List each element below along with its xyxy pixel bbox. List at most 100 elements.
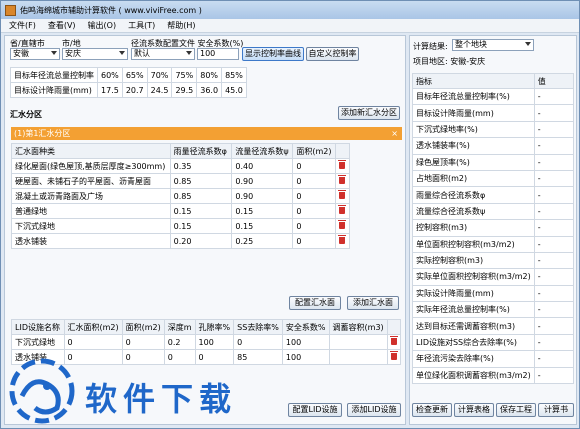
trash-icon[interactable] [389,335,398,345]
rate-cell[interactable]: 65% [121,67,148,83]
rate-cell[interactable]: 70% [146,67,173,83]
save-project-button[interactable]: 保存工程 [496,403,536,417]
area-cell[interactable]: 0 [292,203,336,219]
rate-cell[interactable]: 75% [171,67,198,83]
rainfall-cell[interactable]: 17.5 [97,82,123,98]
delete-cell[interactable] [334,218,351,234]
show-curve-button[interactable]: 显示控制率曲线 [242,47,304,61]
menu-file[interactable]: 文件(F) [3,20,42,31]
menu-tools[interactable]: 工具(T) [122,20,161,31]
flow-coef[interactable]: 0.25 [231,233,294,249]
delete-cell[interactable] [334,188,351,204]
column-header: 调蓄容积(m3) [328,319,388,335]
lid-catchment-area[interactable]: 0 [63,349,123,365]
table-row[interactable]: 透水铺装 0 0 0 0 85 100 [11,349,402,365]
flow-coef[interactable]: 0.90 [231,188,294,204]
rainfall-cell[interactable]: 20.7 [121,82,148,98]
config-select[interactable]: 默认 [131,48,195,60]
trash-icon[interactable] [337,174,346,184]
add-zone-button[interactable]: 添加新汇水分区 [338,106,400,120]
province-select[interactable]: 安徽 [10,48,60,60]
rain-coef[interactable]: 0.85 [169,173,233,189]
flow-coef[interactable]: 0.90 [231,173,294,189]
config-lid-button[interactable]: 配置LID设施 [288,403,342,417]
delete-cell[interactable] [386,334,402,350]
menu-view[interactable]: 查看(V) [42,20,82,31]
rain-coef[interactable]: 0.15 [169,218,233,234]
trash-icon[interactable] [337,204,346,214]
flow-coef[interactable]: 0.15 [231,203,294,219]
table-row[interactable]: 硬屋面、未铺石子的平屋面、沥青屋面 0.85 0.90 0 [11,173,351,189]
delete-cell[interactable] [386,349,402,365]
table-row: 绿色屋顶率(%) - [412,153,575,171]
rate-cell[interactable]: 60% [97,67,123,83]
column-header: 值 [533,73,575,89]
table-header-row: 指标 值 [412,73,575,89]
rainfall-cell[interactable]: 45.0 [221,82,247,98]
area-cell[interactable]: 0 [292,173,336,189]
delete-cell[interactable] [334,233,351,249]
flow-coef[interactable]: 0.15 [231,218,294,234]
lid-safety[interactable]: 100 [281,349,330,365]
rainfall-cell[interactable]: 24.5 [146,82,173,98]
lid-safety[interactable]: 100 [281,334,330,350]
rainfall-cell[interactable]: 36.0 [196,82,223,98]
lid-porosity[interactable]: 100 [194,334,235,350]
trash-icon[interactable] [337,219,346,229]
column-header [386,319,402,335]
menu-help[interactable]: 帮助(H) [161,20,201,31]
rain-coef[interactable]: 0.85 [169,188,233,204]
lid-depth[interactable]: 0.2 [163,334,196,350]
delete-cell[interactable] [334,203,351,219]
trash-icon[interactable] [389,350,398,360]
city-select[interactable]: 安庆 [62,48,128,60]
lid-depth[interactable]: 0 [163,349,196,365]
lid-area[interactable]: 0 [121,349,165,365]
lid-porosity[interactable]: 0 [194,349,235,365]
trash-icon[interactable] [337,159,346,169]
table-row[interactable]: 绿化屋面(绿色屋顶,基质层厚度≥300mm) 0.35 0.40 0 [11,158,351,174]
flow-coef[interactable]: 0.40 [231,158,294,174]
metric-name: 实际设计降雨量(mm) [412,284,535,303]
result-scope-select[interactable]: 整个地块 [452,39,534,51]
calc-table-button[interactable]: 计算表格 [454,403,494,417]
app-window: 佑鸣海绵城市辅助计算软件 ( www.viviFree.com ) 文件(F) … [0,0,580,429]
trash-icon[interactable] [337,234,346,244]
trash-icon[interactable] [337,189,346,199]
lid-catchment-area[interactable]: 0 [63,334,123,350]
area-cell[interactable]: 0 [292,188,336,204]
close-icon[interactable]: × [391,127,398,140]
lid-ss-removal[interactable]: 85 [233,349,283,365]
report-button[interactable]: 计算书 [538,403,574,417]
config-catchment-button[interactable]: 配置汇水面 [289,296,341,310]
zone-tab[interactable]: (1)第1汇水分区 × [11,127,402,140]
menu-output[interactable]: 输出(O) [82,20,123,31]
delete-cell[interactable] [334,173,351,189]
metric-value: - [533,87,575,106]
lid-ss-removal[interactable]: 0 [233,334,283,350]
check-update-button[interactable]: 检查更新 [412,403,452,417]
custom-rate-button[interactable]: 自定义控制率 [306,47,359,61]
area-cell[interactable]: 0 [292,158,336,174]
table-row[interactable]: 下沉式绿地 0 0 0.2 100 0 100 [11,334,402,350]
rate-cell[interactable]: 80% [196,67,223,83]
table-row[interactable]: 普通绿地 0.15 0.15 0 [11,203,351,219]
safety-input[interactable]: 100 [197,48,239,60]
rain-coef[interactable]: 0.20 [169,233,233,249]
table-row[interactable]: 下沉式绿地 0.15 0.15 0 [11,218,351,234]
table-row[interactable]: 混凝土或沥青路面及广场 0.85 0.90 0 [11,188,351,204]
rain-coef[interactable]: 0.35 [169,158,233,174]
delete-cell[interactable] [334,158,351,174]
rate-cell[interactable]: 85% [221,67,247,83]
rainfall-cell[interactable]: 29.5 [171,82,198,98]
add-lid-button[interactable]: 添加LID设施 [347,403,401,417]
table-row: 控制容积(m3) - [412,219,575,237]
add-catchment-button[interactable]: 添加汇水面 [347,296,399,310]
rain-coef[interactable]: 0.15 [169,203,233,219]
table-row[interactable]: 透水铺装 0.20 0.25 0 [11,233,351,249]
area-cell[interactable]: 0 [292,233,336,249]
table-row: 单位面积控制容积(m3/m2) - [412,235,575,253]
lid-area[interactable]: 0 [121,334,165,350]
area-cell[interactable]: 0 [292,218,336,234]
column-header: 面积(m2) [292,143,336,159]
